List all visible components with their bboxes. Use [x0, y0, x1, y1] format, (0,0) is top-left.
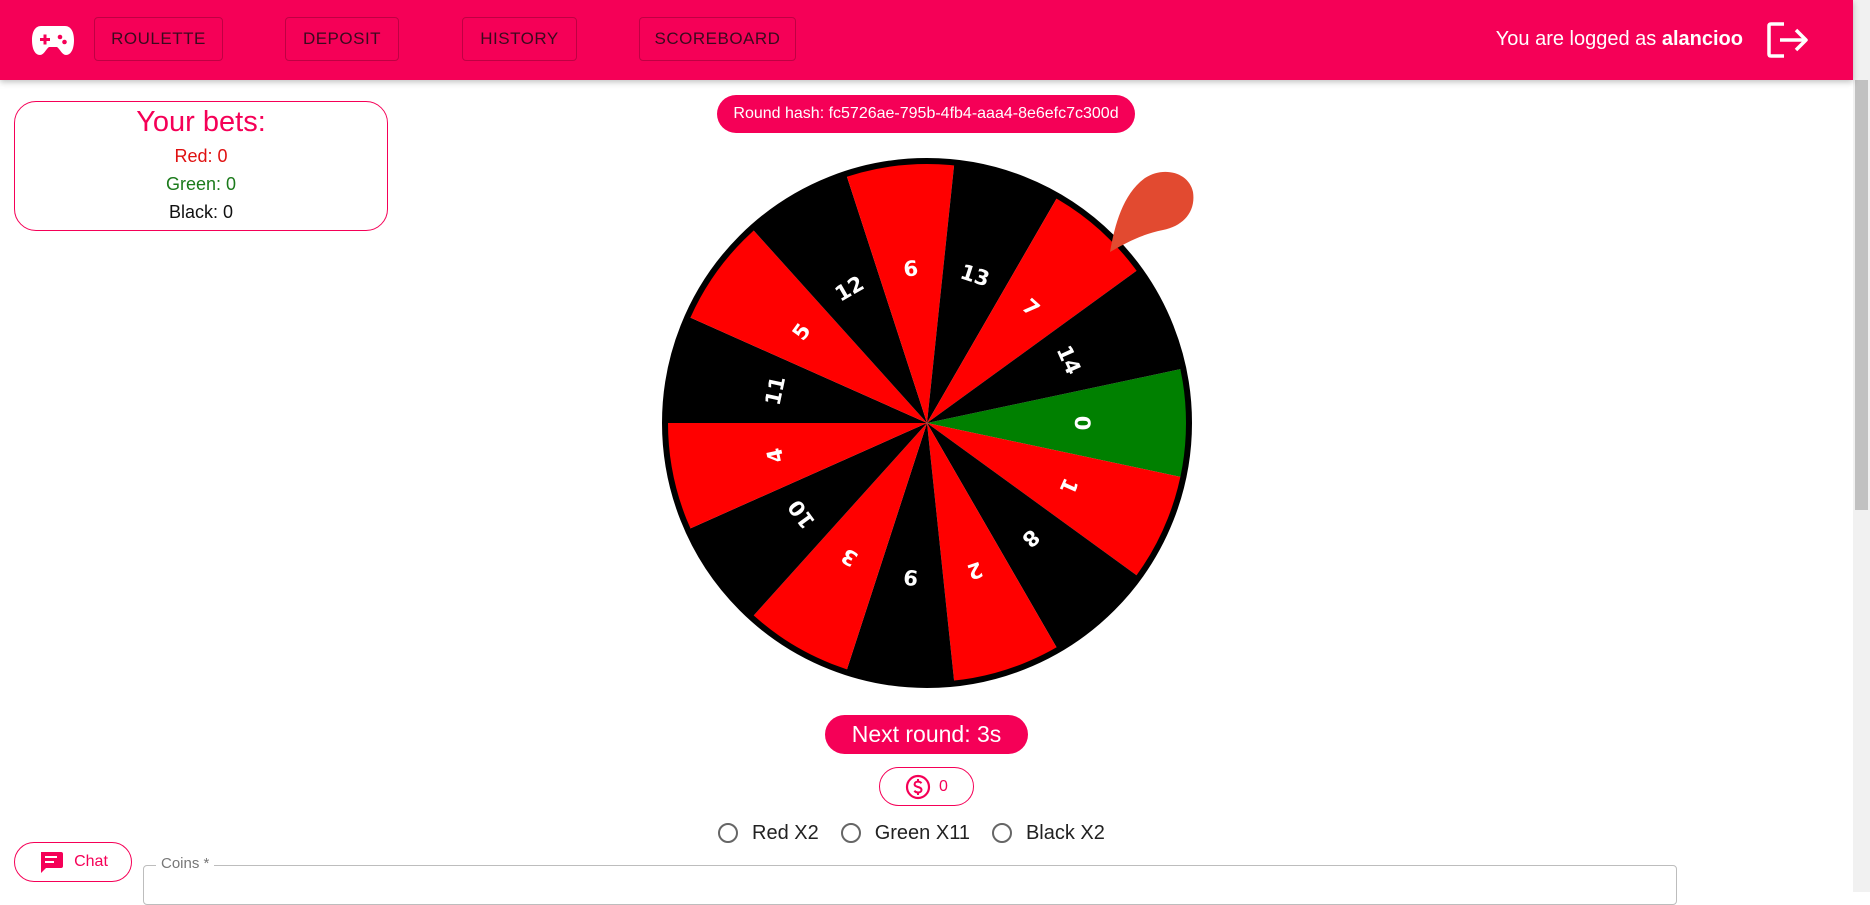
- option-green[interactable]: Green X11: [840, 821, 970, 845]
- option-red-label: Red X2: [752, 821, 819, 844]
- nav-roulette-button[interactable]: ROULETTE: [94, 17, 223, 61]
- round-hash-chip: Round hash: fc5726ae-795b-4fb4-aaa4-8e6e…: [717, 95, 1135, 133]
- bet-red: Red: 0: [174, 146, 228, 166]
- nav-deposit-button[interactable]: DEPOSIT: [285, 17, 399, 61]
- nav-history-button[interactable]: HISTORY: [462, 17, 577, 61]
- coins-input[interactable]: Coins *: [143, 855, 1677, 905]
- page-scrollbar[interactable]: [1853, 0, 1870, 892]
- nav-scoreboard-button[interactable]: SCOREBOARD: [639, 17, 796, 61]
- option-red[interactable]: Red X2: [718, 822, 819, 845]
- logout-icon[interactable]: [1766, 21, 1810, 59]
- wheel-pointer-icon: [1110, 171, 1194, 252]
- chat-label: Chat: [74, 853, 108, 870]
- radio-black[interactable]: [991, 823, 1012, 843]
- option-black[interactable]: Black X2: [991, 821, 1105, 845]
- radio-green[interactable]: [840, 823, 861, 843]
- chat-icon: [41, 852, 64, 873]
- scrollbar-thumb[interactable]: [1855, 80, 1868, 510]
- username: alancioo: [1661, 28, 1743, 50]
- your-bets-card: Your bets: Red: 0 Green: 0 Black: 0: [14, 101, 388, 231]
- wheel-slot-label-0: 0: [1070, 416, 1094, 431]
- coins-label: Coins *: [156, 855, 215, 872]
- bet-black: Black: 0: [168, 202, 234, 222]
- radio-red[interactable]: [718, 823, 738, 843]
- wheel-slot-label-9: 9: [902, 564, 919, 589]
- balance-chip: 0: [879, 767, 974, 806]
- next-round-chip: Next round: 3s: [825, 715, 1028, 754]
- dollar-circle-icon: [905, 774, 931, 799]
- app-bar: ROULETTE DEPOSIT HISTORY SCOREBOARD You …: [0, 0, 1853, 80]
- gamepad-icon[interactable]: [31, 22, 75, 58]
- bet-green: Green: 0: [165, 174, 237, 194]
- login-status: You are logged as alancioo: [1496, 28, 1743, 51]
- login-prefix: You are logged as: [1495, 28, 1657, 50]
- balance-value: 0: [939, 777, 948, 795]
- option-green-label: Green X11: [874, 821, 970, 844]
- chat-button[interactable]: Chat: [14, 842, 132, 882]
- bets-title: Your bets:: [136, 106, 266, 138]
- bet-color-options: Red X2 Green X11 Black X2: [718, 817, 1127, 849]
- option-black-label: Black X2: [1025, 821, 1105, 844]
- wheel-slot-label-6: 6: [902, 256, 919, 281]
